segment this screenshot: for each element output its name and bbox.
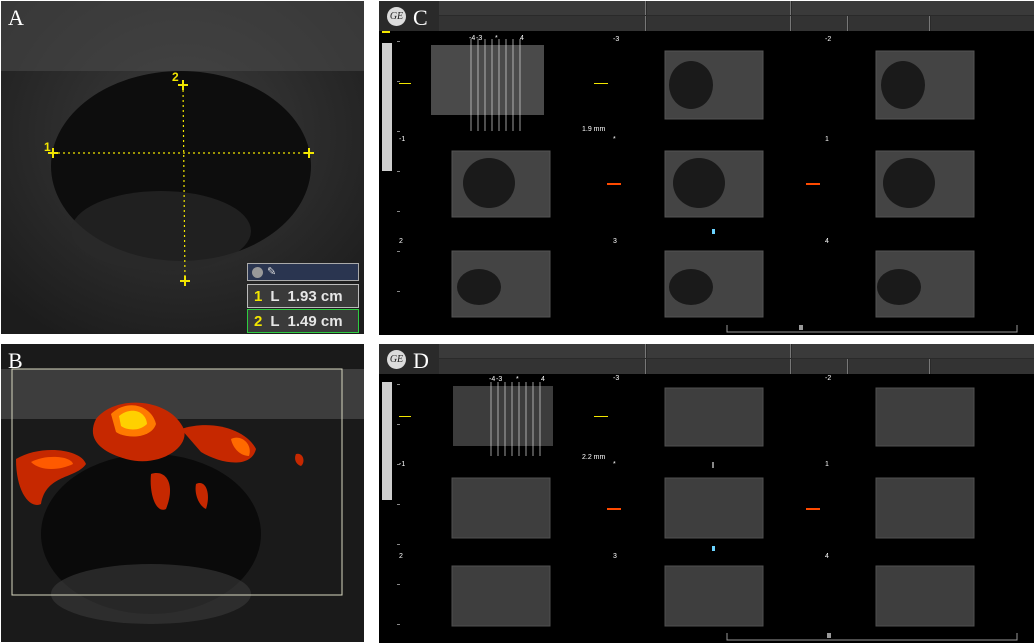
marker-1: 1 bbox=[44, 140, 51, 154]
toolbar: GE bbox=[379, 1, 1034, 31]
slice-label: 3 bbox=[613, 238, 617, 245]
slice-label: -1 bbox=[399, 136, 405, 143]
ge-logo-icon: GE bbox=[387, 350, 406, 369]
slice-label: -3 bbox=[613, 375, 619, 382]
slice-thickness: 1.9 mm bbox=[582, 126, 606, 133]
scale-tick: 4 bbox=[520, 35, 524, 42]
slice-label: 2 bbox=[399, 553, 403, 560]
measurement-value: 1.49 cm bbox=[287, 312, 343, 330]
slice-label: 3 bbox=[613, 553, 617, 560]
panel-b-doppler: B bbox=[1, 344, 364, 642]
panel-d-grid: -4 -3 * 4 2.2 mm -3 -2 * -1 1 2 3 4 bbox=[382, 375, 1018, 641]
measurement-row-1: 1 L 1.93 cm bbox=[247, 284, 359, 308]
panel-letter-c: C bbox=[413, 5, 428, 30]
slice-label: -3 bbox=[613, 36, 619, 43]
slice-label: 1 bbox=[825, 461, 829, 468]
slice-label: -2 bbox=[825, 36, 831, 43]
panel-b-image bbox=[1, 344, 364, 642]
panel-letter-a: A bbox=[8, 5, 24, 30]
scale-tick: * bbox=[495, 35, 498, 42]
panel-a-ultrasound: 1 2 A ✎ 1 L 1.93 cm 2 L 1.49 cm bbox=[1, 1, 364, 334]
measurement-header: ✎ bbox=[247, 263, 359, 281]
scale-tick: -3 bbox=[476, 35, 482, 42]
scale-tick: -4 bbox=[469, 35, 475, 42]
slice-thickness: 2.2 mm bbox=[582, 454, 606, 461]
slice-label: 1 bbox=[825, 136, 829, 143]
panel-c-tomographic: GE C -4 -3 * 4 1.9 mm -3 -2 * -1 1 2 3 4 bbox=[379, 1, 1034, 335]
measurement-index: 1 bbox=[254, 287, 263, 305]
cursor-icon: ✎ bbox=[267, 266, 277, 278]
scale-tick: 4 bbox=[541, 376, 545, 383]
panel-letter-b: B bbox=[8, 348, 23, 373]
panel-d-tomographic: GE D -4 -3 * 4 2.2 mm -3 -2 * -1 1 2 3 4 bbox=[379, 344, 1034, 643]
ge-logo-icon: GE bbox=[387, 7, 406, 26]
slice-label: * bbox=[613, 461, 616, 468]
panel-c-grid: -4 -3 * 4 1.9 mm -3 -2 * -1 1 2 3 4 bbox=[382, 31, 1018, 333]
measurement-type: L bbox=[270, 312, 280, 330]
slice-label: -1 bbox=[399, 461, 405, 468]
toolbar: GE bbox=[379, 344, 1034, 374]
measurement-row-2: 2 L 1.49 cm bbox=[247, 309, 359, 333]
measurement-type: L bbox=[270, 287, 280, 305]
slice-label: 4 bbox=[825, 238, 829, 245]
measurement-index: 2 bbox=[254, 312, 263, 330]
slice-label: -2 bbox=[825, 375, 831, 382]
scale-tick: -3 bbox=[496, 376, 502, 383]
slice-label: * bbox=[613, 136, 616, 143]
scale-tick: * bbox=[516, 376, 519, 383]
panel-letter-d: D bbox=[413, 348, 429, 373]
slice-label: 4 bbox=[825, 553, 829, 560]
slice-label: 2 bbox=[399, 238, 403, 245]
record-icon bbox=[252, 267, 263, 278]
measurement-value: 1.93 cm bbox=[287, 287, 343, 305]
scale-tick: -4 bbox=[489, 376, 495, 383]
marker-2: 2 bbox=[172, 70, 179, 84]
